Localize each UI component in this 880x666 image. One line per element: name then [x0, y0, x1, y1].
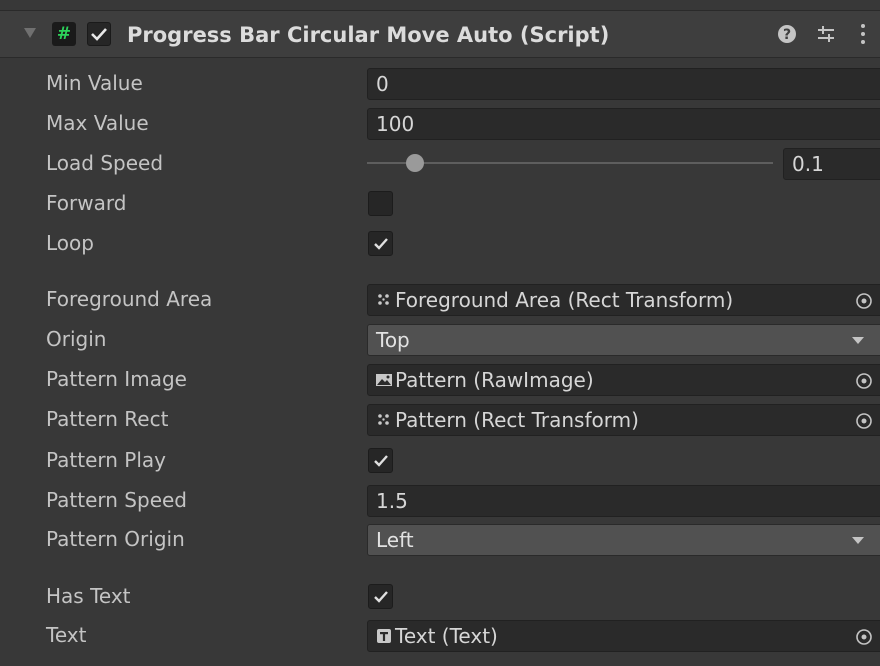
row-min-value: Min Value 0	[0, 66, 880, 100]
object-picker-icon[interactable]	[855, 292, 873, 310]
row-foreground-area: Foreground Area Foreground Area (Rect Tr…	[0, 282, 880, 316]
pattern-play-checkbox[interactable]	[368, 448, 393, 473]
row-load-speed: Load Speed 0.1	[0, 146, 880, 180]
has-text-label: Has Text	[46, 584, 131, 608]
row-max-value: Max Value 100	[0, 106, 880, 140]
min-value-text: 0	[376, 72, 389, 96]
pattern-image-object-field[interactable]: Pattern (RawImage)	[367, 364, 880, 396]
max-value-text: 100	[376, 112, 415, 136]
text-component-icon	[377, 629, 391, 643]
row-pattern-speed: Pattern Speed 1.5	[0, 483, 880, 517]
min-value-input[interactable]: 0	[367, 68, 880, 100]
forward-checkbox[interactable]	[368, 191, 393, 216]
rect-transform-icon	[378, 414, 389, 425]
load-speed-text: 0.1	[792, 152, 824, 176]
loop-label: Loop	[46, 231, 94, 255]
row-pattern-play: Pattern Play	[0, 443, 880, 477]
load-speed-input[interactable]: 0.1	[783, 148, 880, 180]
object-picker-icon[interactable]	[855, 628, 873, 646]
loop-checkbox[interactable]	[368, 231, 393, 256]
origin-value: Top	[376, 328, 410, 352]
component-enabled-checkbox[interactable]	[87, 22, 111, 46]
svg-text:?: ?	[783, 27, 791, 43]
forward-label: Forward	[46, 191, 127, 215]
foreground-area-text: Foreground Area (Rect Transform)	[395, 288, 734, 312]
pattern-rect-text: Pattern (Rect Transform)	[395, 408, 639, 432]
raw-image-icon	[376, 374, 392, 386]
text-object-field[interactable]: Text (Text)	[367, 620, 880, 652]
min-value-label: Min Value	[46, 71, 143, 95]
text-label: Text	[46, 623, 87, 647]
component-header[interactable]: # Progress Bar Circular Move Auto (Scrip…	[0, 10, 880, 58]
checkmark-icon	[374, 591, 388, 603]
row-origin: Origin Top	[0, 322, 880, 356]
max-value-label: Max Value	[46, 111, 149, 135]
foreground-area-label: Foreground Area	[46, 287, 213, 311]
load-speed-slider-track[interactable]	[367, 162, 773, 164]
more-icon[interactable]	[856, 21, 870, 47]
pattern-rect-object-field[interactable]: Pattern (Rect Transform)	[367, 404, 880, 436]
pattern-image-text: Pattern (RawImage)	[395, 368, 594, 392]
pattern-speed-input[interactable]: 1.5	[367, 485, 880, 517]
origin-label: Origin	[46, 327, 107, 351]
row-has-text: Has Text	[0, 579, 880, 613]
presets-icon[interactable]	[815, 23, 837, 45]
pattern-speed-label: Pattern Speed	[46, 488, 188, 512]
has-text-checkbox[interactable]	[368, 584, 393, 609]
pattern-origin-label: Pattern Origin	[46, 527, 185, 551]
inspector-panel: # Progress Bar Circular Move Auto (Scrip…	[0, 0, 880, 666]
checkmark-icon	[374, 455, 388, 467]
load-speed-slider-thumb[interactable]	[406, 154, 424, 172]
pattern-image-label: Pattern Image	[46, 367, 187, 391]
pattern-play-label: Pattern Play	[46, 448, 167, 472]
text-field-text: Text (Text)	[395, 624, 498, 648]
checkmark-icon	[91, 28, 107, 41]
help-icon[interactable]: ?	[776, 23, 798, 45]
max-value-input[interactable]: 100	[367, 108, 880, 140]
origin-dropdown[interactable]: Top	[367, 324, 880, 356]
dropdown-arrow-icon	[852, 337, 864, 344]
row-loop: Loop	[0, 226, 880, 260]
checkmark-icon	[374, 238, 388, 250]
load-speed-label: Load Speed	[46, 151, 164, 175]
pattern-origin-dropdown[interactable]: Left	[367, 524, 880, 556]
pattern-speed-text: 1.5	[376, 489, 408, 513]
row-text: Text Text (Text)	[0, 618, 880, 652]
pattern-origin-value: Left	[376, 528, 414, 552]
component-title: Progress Bar Circular Move Auto (Script)	[127, 23, 610, 47]
dropdown-arrow-icon	[852, 537, 864, 544]
object-picker-icon[interactable]	[855, 412, 873, 430]
foldout-arrow-icon[interactable]	[24, 28, 36, 38]
script-icon: #	[52, 22, 76, 46]
row-forward: Forward	[0, 186, 880, 220]
foreground-area-object-field[interactable]: Foreground Area (Rect Transform)	[367, 284, 880, 316]
object-picker-icon[interactable]	[855, 372, 873, 390]
row-pattern-rect: Pattern Rect Pattern (Rect Transform)	[0, 402, 880, 436]
pattern-rect-label: Pattern Rect	[46, 407, 169, 431]
rect-transform-icon	[378, 294, 389, 305]
row-pattern-image: Pattern Image Pattern (RawImage)	[0, 362, 880, 396]
row-pattern-origin: Pattern Origin Left	[0, 522, 880, 556]
